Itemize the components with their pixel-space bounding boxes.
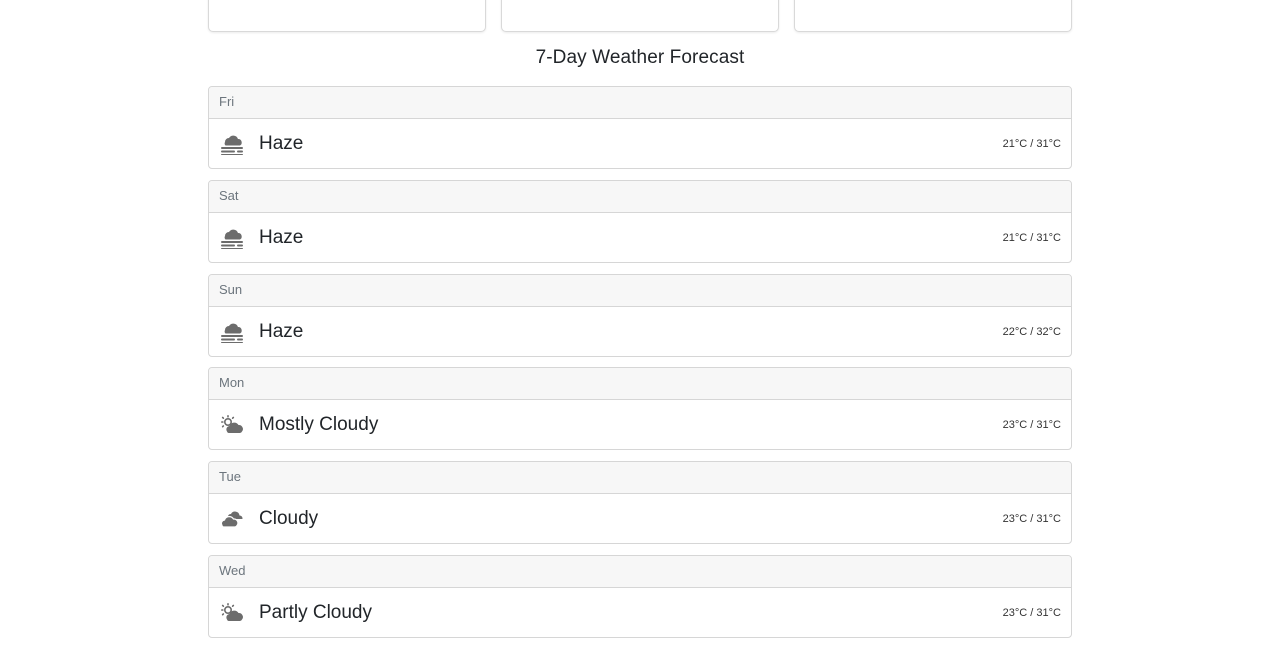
condition-label: Haze (259, 320, 304, 342)
mostly-cloudy-icon (219, 414, 245, 436)
forecast-day-card: Mon Mostly Cloudy 23°C / 31°C (208, 367, 1072, 451)
condition-label: Haze (259, 226, 304, 248)
day-name: Fri (209, 87, 1071, 119)
condition-label: Partly Cloudy (259, 601, 372, 623)
summary-card-1 (208, 0, 486, 32)
forecast-day-card: Fri Haze 21°C / 31°C (208, 86, 1072, 169)
temperature-range: 21°C / 31°C (1002, 231, 1061, 244)
temperature-range: 22°C / 32°C (1002, 325, 1061, 338)
forecast-list: Fri Haze 21°C / 31°C Sat Haze 21°C / 31°… (208, 86, 1072, 649)
haze-icon (219, 133, 245, 155)
forecast-day-card: Sun Haze 22°C / 32°C (208, 273, 1072, 357)
day-name: Sat (209, 180, 1071, 213)
forecast-day-card: Wed Partly Cloudy 23°C / 31°C (208, 554, 1072, 638)
condition-label: Cloudy (259, 508, 319, 530)
temperature-range: 21°C / 31°C (1002, 138, 1061, 150)
page-content: 7-Day Weather Forecast Fri Haze 21°C / 3… (208, 0, 1072, 638)
forecast-day-card: Sat Haze 21°C / 31°C (208, 179, 1072, 263)
temperature-range: 23°C / 31°C (1002, 513, 1061, 526)
summary-card-3 (794, 0, 1072, 32)
forecast-day-card: Tue Cloudy 23°C / 31°C (208, 461, 1072, 545)
day-name: Mon (209, 368, 1071, 401)
haze-icon (219, 321, 245, 343)
day-name: Tue (209, 462, 1071, 495)
temperature-range: 23°C / 31°C (1002, 606, 1061, 619)
condition-label: Haze (259, 133, 304, 154)
partly-cloudy-icon (219, 602, 245, 624)
haze-icon (219, 227, 245, 249)
condition-label: Mostly Cloudy (259, 414, 379, 436)
summary-card-2 (501, 0, 779, 32)
day-name: Wed (209, 555, 1071, 588)
forecast-title: 7-Day Weather Forecast (535, 47, 745, 68)
top-cards-row (208, 0, 1072, 32)
day-name: Sun (209, 274, 1071, 307)
temperature-range: 23°C / 31°C (1002, 419, 1061, 432)
cloudy-icon (219, 508, 245, 530)
